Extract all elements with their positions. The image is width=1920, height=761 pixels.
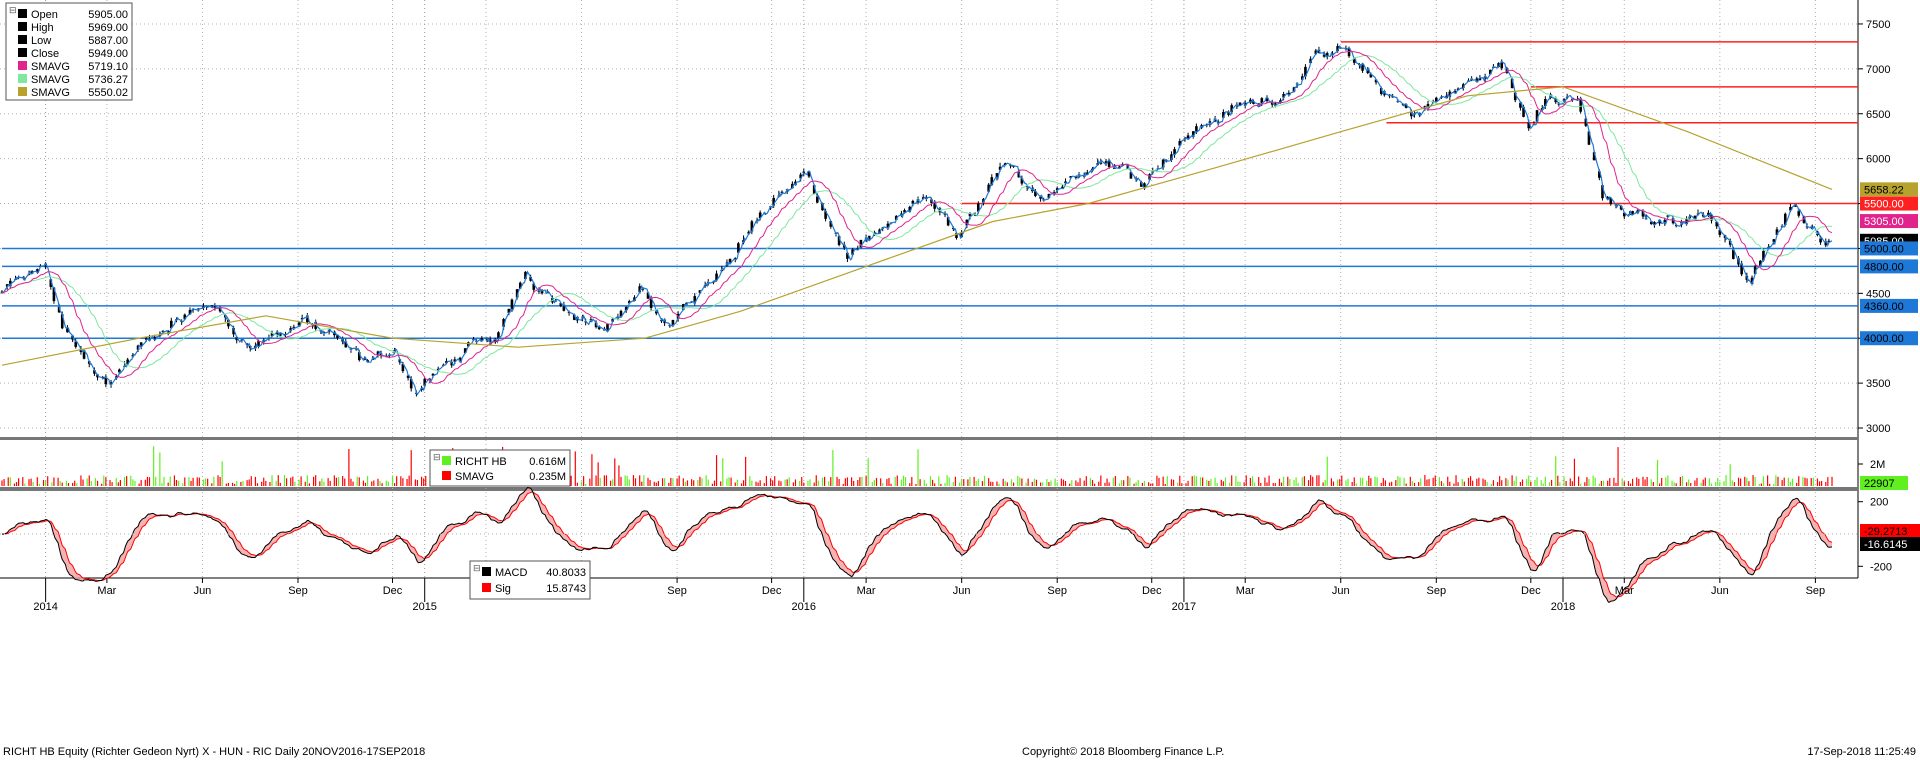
price-tick-label: 7000 <box>1866 64 1890 76</box>
legend-value: 40.8033 <box>546 567 586 579</box>
month-label: Dec <box>1521 585 1541 597</box>
legend-swatch <box>18 9 27 18</box>
price-tick-label: 4500 <box>1866 288 1890 300</box>
month-label: Sep <box>667 585 687 597</box>
month-label: Dec <box>383 585 403 597</box>
month-label: Mar <box>1615 585 1634 597</box>
legend-label: SMAVG <box>455 471 494 483</box>
legend-label: Low <box>31 35 51 47</box>
footer-left: RICHT HB Equity (Richter Gedeon Nyrt) X … <box>3 746 425 758</box>
legend-label: MACD <box>495 567 527 579</box>
price-tag-label: 5658.22 <box>1864 184 1904 196</box>
month-label: Mar <box>1236 585 1255 597</box>
legend-swatch <box>18 74 27 83</box>
month-label: Sep <box>288 585 308 597</box>
month-label: Jun <box>1332 585 1350 597</box>
year-label: 2017 <box>1172 601 1196 613</box>
macd-tick-label: -200 <box>1870 561 1892 573</box>
legend-swatch <box>482 567 491 576</box>
legend-collapse-icon: ⊟ <box>9 5 17 15</box>
macd-tag-label: -29.2713 <box>1864 526 1907 538</box>
legend-label: SMAVG <box>31 61 70 73</box>
price-tag-label: 5305.00 <box>1864 216 1904 228</box>
price-tick-label: 6500 <box>1866 109 1890 121</box>
legend-value: 5887.00 <box>88 35 128 47</box>
legend-value: 5719.10 <box>88 61 128 73</box>
legend-value: 5736.27 <box>88 74 128 86</box>
macd-tag-label: -16.6145 <box>1864 539 1907 551</box>
volume-tick-label: 2M <box>1870 459 1885 471</box>
panel-separator <box>0 437 1858 440</box>
price-tag-label: 5000.00 <box>1864 243 1904 255</box>
price-tick-label: 3500 <box>1866 378 1890 390</box>
legend-label: High <box>31 22 54 34</box>
year-label: 2016 <box>792 601 816 613</box>
legend-swatch <box>482 583 491 592</box>
legend-swatch <box>18 87 27 96</box>
legend-value: 5905.00 <box>88 9 128 21</box>
month-label: Mar <box>97 585 116 597</box>
month-label: Dec <box>1142 585 1162 597</box>
bloomberg-chart: 3000350040004500500055006000650070007500… <box>0 0 1920 761</box>
legend-swatch <box>18 48 27 57</box>
panel-separator <box>0 487 1858 491</box>
footer-right: 17-Sep-2018 11:25:49 <box>1807 746 1916 758</box>
month-label: Sep <box>1806 585 1826 597</box>
month-label: Jun <box>194 585 212 597</box>
legend-swatch <box>18 61 27 70</box>
legend-collapse-icon: ⊟ <box>433 452 441 462</box>
legend-value: 5550.02 <box>88 87 128 99</box>
price-tag-label: 5500.00 <box>1864 199 1904 211</box>
price-tick-label: 7500 <box>1866 19 1890 31</box>
legend-value: 0.235M <box>529 471 566 483</box>
price-grid <box>0 0 1920 761</box>
month-label: Dec <box>762 585 782 597</box>
year-label: 2015 <box>412 601 436 613</box>
month-label: Sep <box>1427 585 1447 597</box>
legend-value: 5949.00 <box>88 48 128 60</box>
legend-swatch <box>18 35 27 44</box>
legend-value: 5969.00 <box>88 22 128 34</box>
legend-swatch <box>442 456 451 465</box>
legend-label: RICHT HB <box>455 456 507 468</box>
legend-label: SMAVG <box>31 87 70 99</box>
legend-value: 0.616M <box>529 456 566 468</box>
price-tag-label: 4360.00 <box>1864 301 1904 313</box>
price-tag-label: 4000.00 <box>1864 333 1904 345</box>
legend-label: Sig <box>495 583 511 595</box>
month-label: Jun <box>953 585 971 597</box>
candle-body <box>510 299 514 310</box>
legend-swatch <box>18 22 27 31</box>
legend-value: 15.8743 <box>546 583 586 595</box>
price-tick-label: 6000 <box>1866 154 1890 166</box>
legend-swatch <box>442 471 451 480</box>
legend-label: SMAVG <box>31 74 70 86</box>
candle-body <box>815 196 819 203</box>
legend-label: Close <box>31 48 59 60</box>
price-tag-label: 4800.00 <box>1864 261 1904 273</box>
legend-label: Open <box>31 9 58 21</box>
year-label: 2014 <box>33 601 57 613</box>
month-label: Mar <box>857 585 876 597</box>
year-label: 2018 <box>1551 601 1575 613</box>
price-tick-label: 3000 <box>1866 423 1890 435</box>
footer-center: Copyright© 2018 Bloomberg Finance L.P. <box>1022 746 1224 758</box>
macd-tick-label: 200 <box>1870 497 1888 509</box>
volume-tag-label: 22907 <box>1864 478 1895 490</box>
legend-collapse-icon: ⊟ <box>473 563 481 573</box>
month-label: Jun <box>1711 585 1729 597</box>
month-label: Sep <box>1047 585 1067 597</box>
